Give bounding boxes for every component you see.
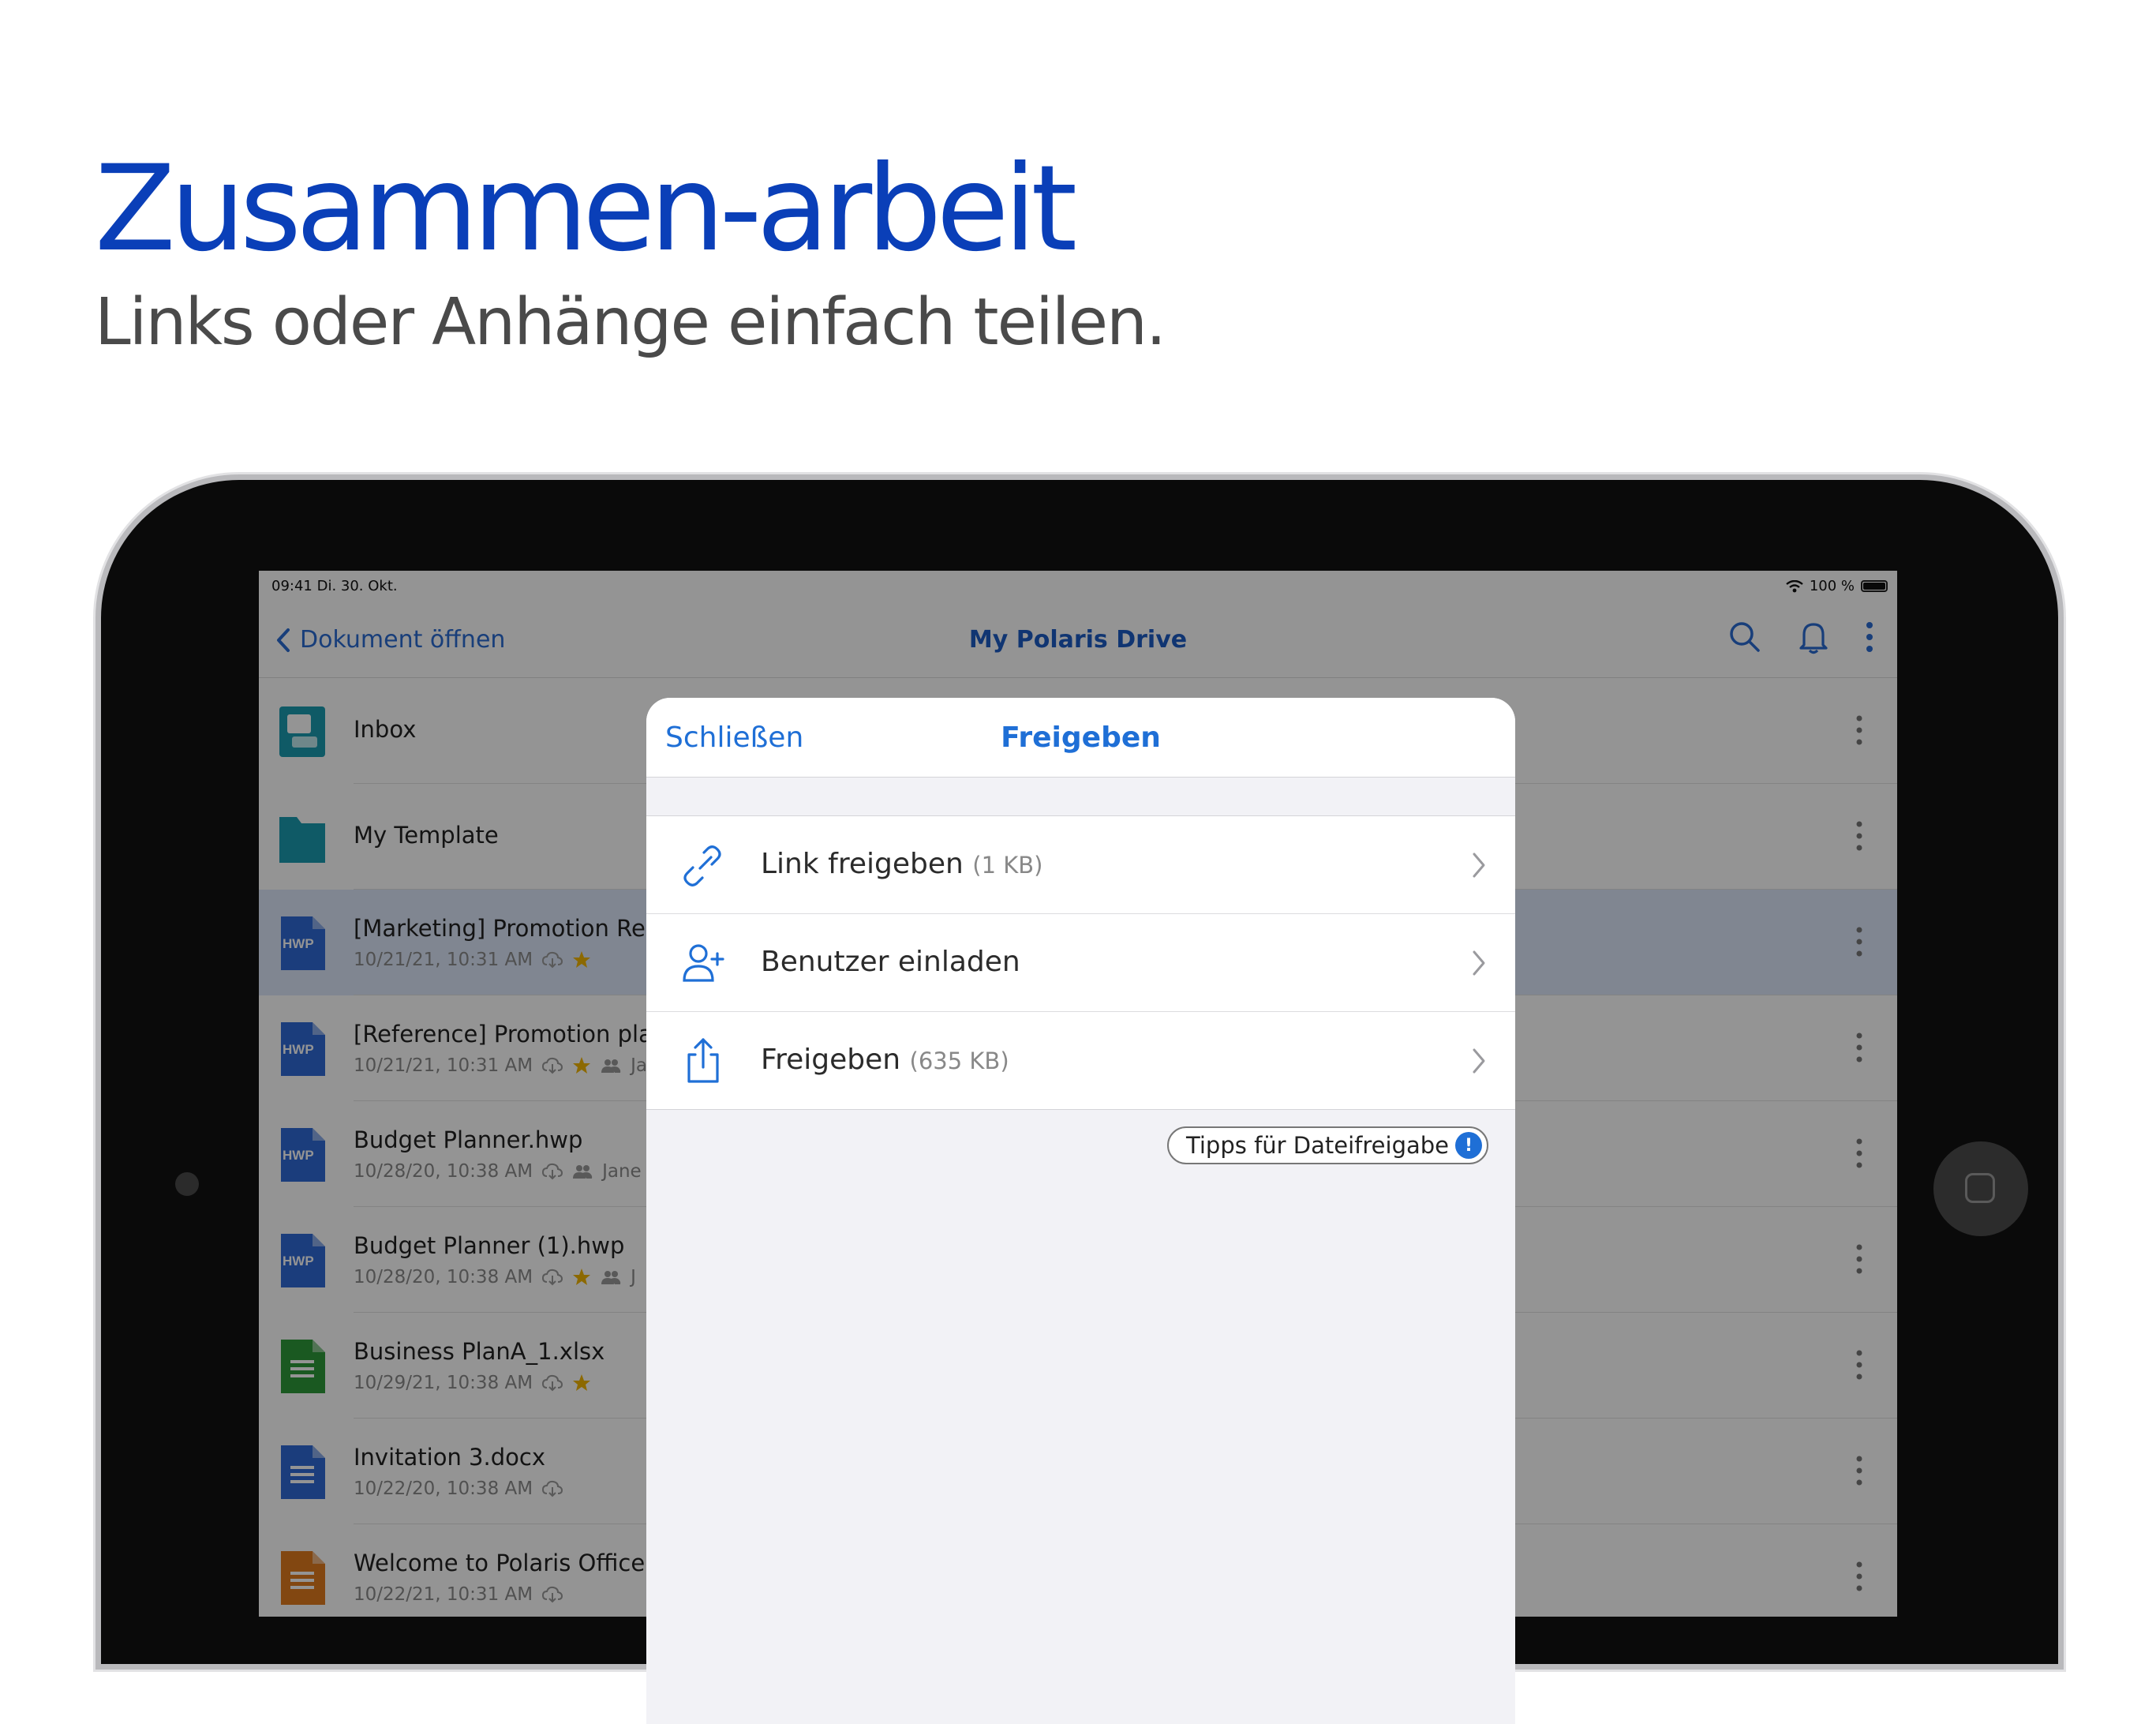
chevron-right-icon bbox=[1473, 1048, 1485, 1074]
chevron-right-icon bbox=[1473, 950, 1485, 976]
share-option-link-size: (1 KB) bbox=[972, 852, 1043, 879]
share-options: Link freigeben (1 KB) Benutzer einladen … bbox=[646, 815, 1515, 1110]
share-sheet-header: Schließen Freigeben bbox=[646, 698, 1515, 778]
chevron-right-icon bbox=[1473, 853, 1485, 878]
share-option-invite-label: Benutzer einladen bbox=[761, 946, 1020, 978]
hero-title: Zusammen-arbeit bbox=[95, 141, 1077, 278]
add-user-icon bbox=[683, 944, 724, 982]
info-badge-icon: ! bbox=[1455, 1132, 1482, 1159]
front-camera bbox=[175, 1172, 199, 1196]
share-option-link-label: Link freigeben bbox=[761, 848, 964, 880]
link-icon bbox=[683, 845, 721, 886]
share-option-link[interactable]: Link freigeben (1 KB) bbox=[646, 816, 1515, 913]
share-option-share-file-size: (635 KB) bbox=[909, 1048, 1009, 1074]
share-option-invite[interactable]: Benutzer einladen bbox=[646, 913, 1515, 1011]
share-sheet: Schließen Freigeben Link freigeben (1 KB… bbox=[646, 698, 1515, 1724]
sharing-tips-button[interactable]: Tipps für Dateifreigabe ! bbox=[1167, 1126, 1488, 1164]
share-sheet-title: Freigeben bbox=[1001, 721, 1161, 754]
share-icon bbox=[687, 1038, 719, 1083]
sharing-tips-label: Tipps für Dateifreigabe bbox=[1186, 1132, 1449, 1159]
hero-subtitle: Links oder Anhänge einfach teilen. bbox=[95, 285, 1166, 360]
home-button bbox=[1933, 1141, 2028, 1236]
share-option-share-file-label: Freigeben bbox=[761, 1044, 901, 1076]
share-option-share-file[interactable]: Freigeben (635 KB) bbox=[646, 1011, 1515, 1109]
